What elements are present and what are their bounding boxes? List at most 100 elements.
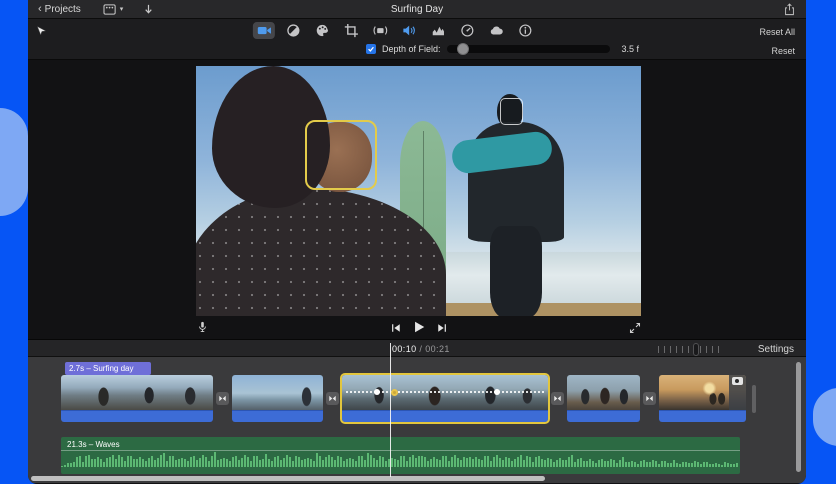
depth-of-field-row: Depth of Field: 3.5 f — [366, 43, 640, 55]
settings-button[interactable]: Settings — [758, 344, 794, 355]
transition-icon[interactable] — [326, 392, 339, 405]
share-icon — [785, 3, 794, 16]
tool-audio-eq[interactable] — [427, 22, 449, 39]
viewer-controls — [196, 318, 641, 336]
timecode-bar: 00:10 / 00:21 Settings — [28, 339, 806, 357]
audio-clip-label: 21.3s – Waves — [67, 440, 120, 449]
camera-badge-icon — [732, 377, 743, 385]
video-preview[interactable] — [196, 66, 641, 316]
adjust-toolbar — [252, 22, 536, 39]
contrast-icon — [285, 23, 300, 38]
tool-color-board[interactable] — [311, 22, 333, 39]
desktop-background: ‹ Projects ▾ Surfing Day Reset All Depth… — [0, 0, 836, 484]
clip-2-audio-strip — [232, 410, 323, 422]
clip-1-audio-strip — [61, 410, 213, 422]
playhead[interactable] — [390, 343, 391, 477]
clip-3-selected[interactable] — [340, 373, 550, 424]
transition-icon[interactable] — [643, 392, 656, 405]
tool-stabilization[interactable] — [369, 22, 391, 39]
palette-icon — [314, 23, 329, 38]
speed-keyframe-line[interactable] — [346, 388, 544, 396]
timeline-zoom-slider[interactable] — [658, 343, 720, 356]
info-icon — [517, 23, 532, 38]
imovie-window: ‹ Projects ▾ Surfing Day Reset All Depth… — [28, 0, 806, 484]
depth-of-field-label: Depth of Field: — [382, 44, 441, 54]
adjust-inspector: Reset All Depth of Field: 3.5 f Reset — [28, 19, 806, 60]
skip-forward-icon — [437, 324, 446, 332]
tool-info[interactable] — [514, 22, 536, 39]
depth-of-field-value: 3.5 f — [621, 44, 640, 54]
speed-dot-active[interactable] — [391, 388, 398, 396]
tool-noise-reduction[interactable] — [485, 22, 507, 39]
fullscreen-button[interactable] — [629, 321, 641, 334]
horizontal-scrollbar[interactable] — [31, 476, 545, 481]
clip-5-thumbnail — [659, 375, 746, 410]
clip-2[interactable] — [232, 375, 323, 422]
clip-2-thumbnail — [232, 375, 323, 410]
clip-4[interactable] — [567, 375, 640, 422]
fullscreen-icon — [629, 322, 641, 334]
tool-volume[interactable] — [398, 22, 420, 39]
clip-3-audio-strip — [342, 410, 548, 422]
video-clip-badge: 2.7s – Surfing day — [65, 362, 151, 375]
clip-5-audio-strip — [659, 410, 746, 422]
play-button[interactable] — [412, 320, 426, 334]
viewer — [28, 60, 806, 339]
clip-4-thumbnail — [567, 375, 640, 410]
clip-3-thumbnail — [342, 375, 548, 410]
clip-end-handle[interactable] — [752, 384, 756, 413]
stabilize-icon — [372, 23, 387, 38]
tool-color-correction[interactable] — [282, 22, 304, 39]
clip-4-audio-strip — [567, 410, 640, 422]
video-track — [61, 373, 756, 424]
speedometer-icon — [459, 23, 474, 38]
speaker-icon — [401, 23, 416, 38]
cloud-icon — [488, 23, 503, 38]
speed-dot[interactable] — [374, 389, 380, 395]
depth-of-field-slider-thumb[interactable] — [456, 43, 469, 55]
share-button[interactable] — [783, 3, 796, 16]
timecode-total: 00:21 — [425, 344, 450, 354]
tool-video-adjust[interactable] — [252, 22, 275, 39]
clip-1-thumbnail — [61, 375, 213, 410]
timeline[interactable]: 2.7s – Surfing day 21.3s – Waves — [28, 343, 806, 483]
transition-icon[interactable] — [551, 392, 564, 405]
skip-back-icon — [391, 324, 400, 332]
title-bar: ‹ Projects ▾ Surfing Day — [28, 0, 806, 19]
depth-of-field-slider[interactable] — [446, 43, 610, 55]
depth-of-field-checkbox[interactable] — [366, 44, 376, 54]
timecode-separator: / — [416, 344, 426, 354]
project-title: Surfing Day — [390, 3, 444, 15]
desktop-shape-left — [0, 108, 28, 216]
audio-clip-waves[interactable]: 21.3s – Waves — [61, 437, 740, 474]
audio-volume-line[interactable] — [61, 450, 740, 451]
vertical-scrollbar[interactable] — [796, 362, 801, 472]
playback-controls — [390, 320, 448, 334]
transition-icon[interactable] — [216, 392, 229, 405]
microphone-icon — [199, 321, 206, 332]
eq-bars-icon — [430, 23, 445, 38]
skip-back-button[interactable] — [390, 321, 402, 333]
clip-5[interactable] — [659, 375, 746, 422]
checkmark-icon — [368, 46, 374, 52]
mouse-cursor-icon — [35, 25, 48, 38]
timeline-zoom-thumb[interactable] — [693, 343, 700, 356]
play-icon — [414, 321, 424, 333]
background-surfer-legs — [490, 226, 542, 316]
speed-dot[interactable] — [494, 389, 500, 395]
tool-speed[interactable] — [456, 22, 478, 39]
audio-waveform — [61, 452, 740, 474]
face-tracking-box[interactable] — [500, 98, 523, 125]
camera-icon — [256, 23, 271, 38]
reset-button[interactable]: Reset — [771, 46, 795, 56]
face-tracking-box-selected[interactable] — [305, 120, 377, 190]
crop-icon — [343, 23, 358, 38]
tool-crop[interactable] — [340, 22, 362, 39]
timecode-display: 00:10 / 00:21 — [392, 344, 450, 354]
reset-all-button[interactable]: Reset All — [759, 27, 795, 37]
skip-forward-button[interactable] — [436, 321, 448, 333]
voiceover-button[interactable] — [196, 320, 209, 335]
clip-1[interactable] — [61, 375, 213, 422]
timecode-current: 00:10 — [392, 344, 417, 354]
desktop-shape-bottom-right — [813, 388, 836, 446]
